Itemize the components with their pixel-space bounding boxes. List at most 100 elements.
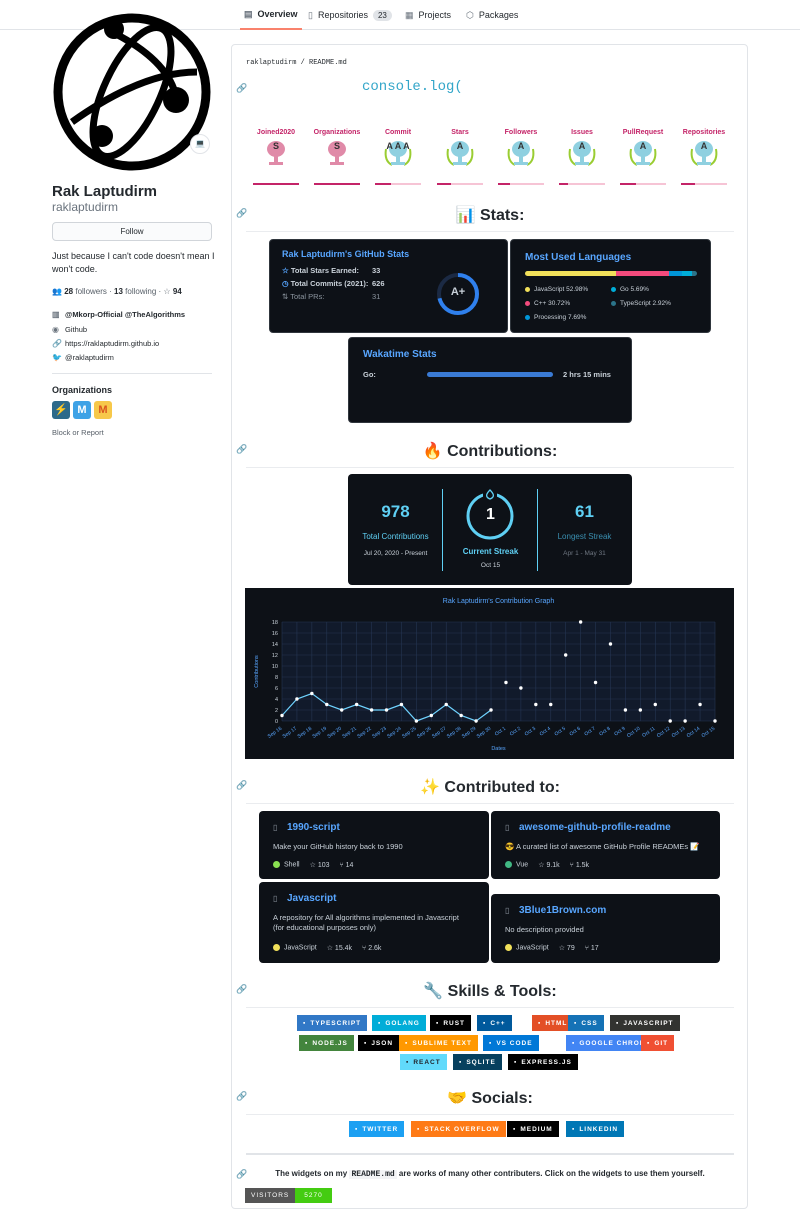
skill-logo-icon: ▪ xyxy=(378,1019,382,1027)
stars-link[interactable]: ☆ 94 xyxy=(163,287,181,296)
skill-badge[interactable]: ▪ CSS xyxy=(568,1015,604,1031)
org-avatar-m[interactable]: M xyxy=(94,401,112,419)
x-tick-label: Oct 11 xyxy=(641,726,656,739)
pr-icon: ⇅ xyxy=(282,292,289,301)
anchor-link-icon[interactable]: 🔗 xyxy=(236,83,247,94)
skill-badge[interactable]: ▪ SQLITE xyxy=(453,1054,502,1070)
language-item: Go 5.69% xyxy=(611,286,649,293)
skill-badge[interactable]: ▪ TYPESCRIPT xyxy=(297,1015,368,1031)
contribution-chart: 024681012141618Sep 16Sep 17Sep 18Sep 19S… xyxy=(254,598,717,752)
trophy-pullrequest[interactable]: PullRequest A xyxy=(618,129,668,185)
follow-button[interactable]: Follow xyxy=(52,222,212,241)
skill-badge[interactable]: ▪ GIT xyxy=(641,1035,675,1051)
skill-logo-icon: ▪ xyxy=(483,1019,487,1027)
repo-meta: Shell ☆ 103 ⑂ 14 xyxy=(273,861,353,869)
trophy-cup-icon: S xyxy=(260,139,292,169)
repo-icon: ▯ xyxy=(505,823,510,832)
visitor-counter-badge[interactable]: VISITORS 5270 xyxy=(245,1188,332,1203)
top-languages-card[interactable]: Most Used Languages JavaScript 52.98% C++… xyxy=(510,239,711,333)
language-bar-segment xyxy=(668,271,683,276)
repo-icon: ▯ xyxy=(273,894,278,903)
github-stats-card[interactable]: Rak Laptudirm's GitHub Stats ☆ Total Sta… xyxy=(269,239,508,333)
trophy-joined2020[interactable]: Joined2020 S xyxy=(251,129,301,185)
skill-logo-icon: ▪ xyxy=(459,1058,463,1066)
trophy-followers[interactable]: Followers A xyxy=(496,129,546,185)
skill-badge[interactable]: ▪ EXPRESS.JS xyxy=(508,1054,578,1070)
x-tick-label: Oct 2 xyxy=(509,726,522,738)
total-contributions-range: Jul 20, 2020 - Present xyxy=(363,550,428,557)
trophy-stars[interactable]: Stars A xyxy=(435,129,485,185)
readme-path: raklaptudirm / README.md xyxy=(246,59,347,67)
trophy-commit[interactable]: Commit A A A xyxy=(373,129,423,185)
fork-icon: ⑂ xyxy=(584,944,589,952)
trophy-title: PullRequest xyxy=(622,129,664,136)
repo-card[interactable]: ▯ 1990-script Make your GitHub history b… xyxy=(259,811,489,879)
divider xyxy=(52,373,212,374)
tab-repositories[interactable]: ▯ Repositories 23 xyxy=(308,0,392,30)
trophy-title: Repositories xyxy=(682,129,726,136)
divider xyxy=(442,489,443,571)
followers-link[interactable]: 28 followers xyxy=(64,287,107,296)
wakatime-card[interactable]: Wakatime Stats Go: 2 hrs 15 mins xyxy=(348,337,632,423)
skill-logo-icon: ▪ xyxy=(405,1039,409,1047)
trophy-issues[interactable]: Issues A xyxy=(557,129,607,185)
x-tick-label: Sep 19 xyxy=(312,726,329,740)
star-icon: ☆ xyxy=(282,266,289,275)
social-badge-stack-overflow[interactable]: ▪ STACK OVERFLOW xyxy=(411,1121,506,1137)
contributions-heading: 🔥 Contributions: xyxy=(246,441,734,468)
data-point xyxy=(489,708,493,712)
skill-badge[interactable]: ▪ REACT xyxy=(400,1054,447,1070)
trophy-title: Stars xyxy=(451,129,469,136)
x-tick-label: Sep 26 xyxy=(416,726,433,740)
social-badge-linkedin[interactable]: ▪ LINKEDIN xyxy=(566,1121,625,1137)
org-avatar-thealgorithms[interactable]: ⚡ xyxy=(52,401,70,419)
language-bar-segment xyxy=(691,271,697,276)
profile-twitter: 🐦 @raklaptudirm xyxy=(52,353,114,362)
repo-meta: Vue ☆ 9.1k ⑂ 1.5k xyxy=(505,861,589,869)
prs-row: ⇅ Total PRs: xyxy=(282,292,325,301)
commits-value: 626 xyxy=(372,279,385,288)
star-icon: ☆ xyxy=(538,862,545,869)
skill-logo-icon: ▪ xyxy=(436,1019,440,1027)
x-tick-label: Sep 24 xyxy=(386,726,403,740)
trophy-repositories[interactable]: Repositories A xyxy=(679,129,729,185)
x-tick-label: Sep 28 xyxy=(446,726,463,740)
skill-badge[interactable]: ▪ SUBLIME TEXT xyxy=(399,1035,478,1051)
org-avatar-mkorp[interactable]: M xyxy=(73,401,91,419)
stats-card-title: Rak Laptudirm's GitHub Stats xyxy=(282,249,410,259)
skill-badge[interactable]: ▪ JSON xyxy=(358,1035,400,1051)
contribution-graph-card[interactable]: 0 2 4 6 8 10 12 14 16 18 Sep 16 Sep 17 Sep 18 Sep 19 S… xyxy=(245,588,734,759)
plot-area xyxy=(282,622,715,721)
fork-icon: ⑂ xyxy=(362,944,367,952)
tab-overview[interactable]: ▤ Overview xyxy=(240,0,302,30)
avatar[interactable]: 💻 xyxy=(52,12,212,172)
repo-card[interactable]: ▯ 3Blue1Brown.com No description provide… xyxy=(491,894,720,963)
repo-card[interactable]: ▯ awesome-github-profile-readme 😎 A cura… xyxy=(491,811,720,879)
streak-card[interactable]: 978 Total Contributions Jul 20, 2020 - P… xyxy=(348,474,632,585)
profile-login: raklaptudirm xyxy=(52,200,119,214)
y-tick-label: 6 xyxy=(275,686,278,692)
tab-projects[interactable]: ▦ Projects xyxy=(405,0,451,30)
tab-packages[interactable]: ⬡ Packages xyxy=(466,0,518,30)
block-report-link[interactable]: Block or Report xyxy=(52,428,104,437)
x-tick-label: Sep 22 xyxy=(356,726,373,740)
repo-card[interactable]: ▯ Javascript A repository for All algori… xyxy=(259,882,489,963)
project-icon: ▦ xyxy=(405,9,414,20)
skill-badge[interactable]: ▪ NODE.JS xyxy=(299,1035,354,1051)
skill-badge[interactable]: ▪ GOLANG xyxy=(372,1015,426,1031)
social-badge-medium[interactable]: ▪ MEDIUM xyxy=(507,1121,559,1137)
x-tick-label: Oct 15 xyxy=(701,726,717,739)
skill-badge[interactable]: ▪ C++ xyxy=(477,1015,512,1031)
trophy-progress xyxy=(498,183,544,185)
trophy-title: Commit xyxy=(384,129,412,136)
status-emoji-button[interactable]: 💻 xyxy=(190,134,210,154)
profile-name: Rak Laptudirm xyxy=(52,183,158,200)
data-point xyxy=(369,708,374,712)
skill-badge[interactable]: ▪ RUST xyxy=(430,1015,472,1031)
following-link[interactable]: 13 following xyxy=(114,287,156,296)
trophy-organizations[interactable]: Organizations S xyxy=(312,129,362,185)
skill-badge[interactable]: ▪ VS CODE xyxy=(483,1035,539,1051)
data-point xyxy=(698,702,702,707)
social-badge-twitter[interactable]: ▪ TWITTER xyxy=(349,1121,405,1137)
skill-badge[interactable]: ▪ JAVASCRIPT xyxy=(610,1015,680,1031)
